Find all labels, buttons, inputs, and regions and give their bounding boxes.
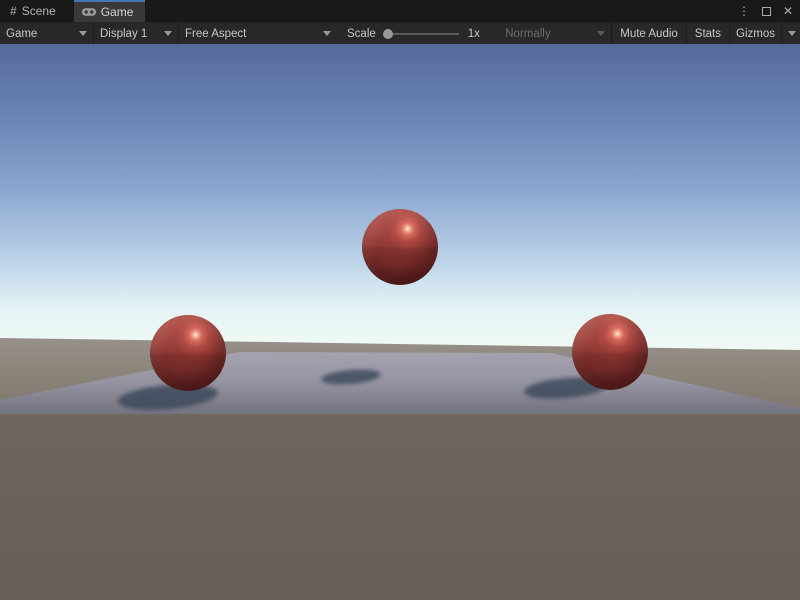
- chevron-down-icon[interactable]: [788, 31, 796, 36]
- close-icon[interactable]: ✕: [780, 3, 796, 19]
- gizmos-separator: [781, 23, 782, 44]
- chevron-down-icon: [164, 31, 172, 36]
- window-controls: ⋮ ✕: [736, 0, 796, 22]
- red-sphere-left: [150, 315, 226, 391]
- stats-button[interactable]: Stats: [687, 23, 729, 44]
- chevron-down-icon: [323, 31, 331, 36]
- tab-game[interactable]: Game: [74, 0, 146, 22]
- toolbar-spacer: [486, 23, 499, 44]
- gizmos-label: Gizmos: [736, 28, 775, 40]
- display-dropdown[interactable]: Display 1: [94, 23, 178, 44]
- play-focus-label: Normally: [505, 28, 550, 40]
- scale-control: Scale 1x: [337, 23, 486, 44]
- game-view-dropdown[interactable]: Game: [0, 23, 93, 44]
- tab-game-label: Game: [101, 5, 134, 19]
- scale-slider-track: [387, 33, 459, 35]
- scale-value: 1x: [468, 28, 480, 40]
- gamepad-icon: [82, 7, 96, 17]
- game-view-toolbar: Game Display 1 Free Aspect Scale 1x Norm…: [0, 22, 800, 44]
- chevron-down-icon: [597, 31, 605, 36]
- unity-editor-window: # Scene Game ⋮ ✕ Game Display: [0, 0, 800, 600]
- more-menu-icon[interactable]: ⋮: [736, 3, 752, 19]
- play-focus-dropdown[interactable]: Normally: [499, 23, 611, 44]
- tab-scene-label: Scene: [22, 4, 56, 18]
- tab-scene[interactable]: # Scene: [0, 0, 68, 22]
- view-tab-bar: # Scene Game ⋮ ✕: [0, 0, 800, 22]
- scale-slider-thumb[interactable]: [383, 29, 393, 39]
- red-sphere-right: [572, 314, 648, 390]
- maximize-square: [762, 7, 771, 16]
- mute-audio-button[interactable]: Mute Audio: [612, 23, 686, 44]
- maximize-icon[interactable]: [758, 3, 774, 19]
- game-view-dropdown-label: Game: [6, 28, 37, 40]
- game-viewport[interactable]: [0, 44, 800, 600]
- scale-slider[interactable]: [383, 28, 461, 40]
- aspect-ratio-dropdown[interactable]: Free Aspect: [179, 23, 337, 44]
- foreground-ground: [0, 414, 800, 600]
- scale-label: Scale: [347, 28, 376, 40]
- chevron-down-icon: [79, 31, 87, 36]
- aspect-ratio-label: Free Aspect: [185, 28, 246, 40]
- grid-icon: #: [10, 4, 17, 18]
- display-dropdown-label: Display 1: [100, 28, 147, 40]
- sky-gradient: [0, 44, 800, 364]
- red-sphere-center: [362, 209, 438, 285]
- gizmos-dropdown[interactable]: Gizmos: [730, 23, 800, 44]
